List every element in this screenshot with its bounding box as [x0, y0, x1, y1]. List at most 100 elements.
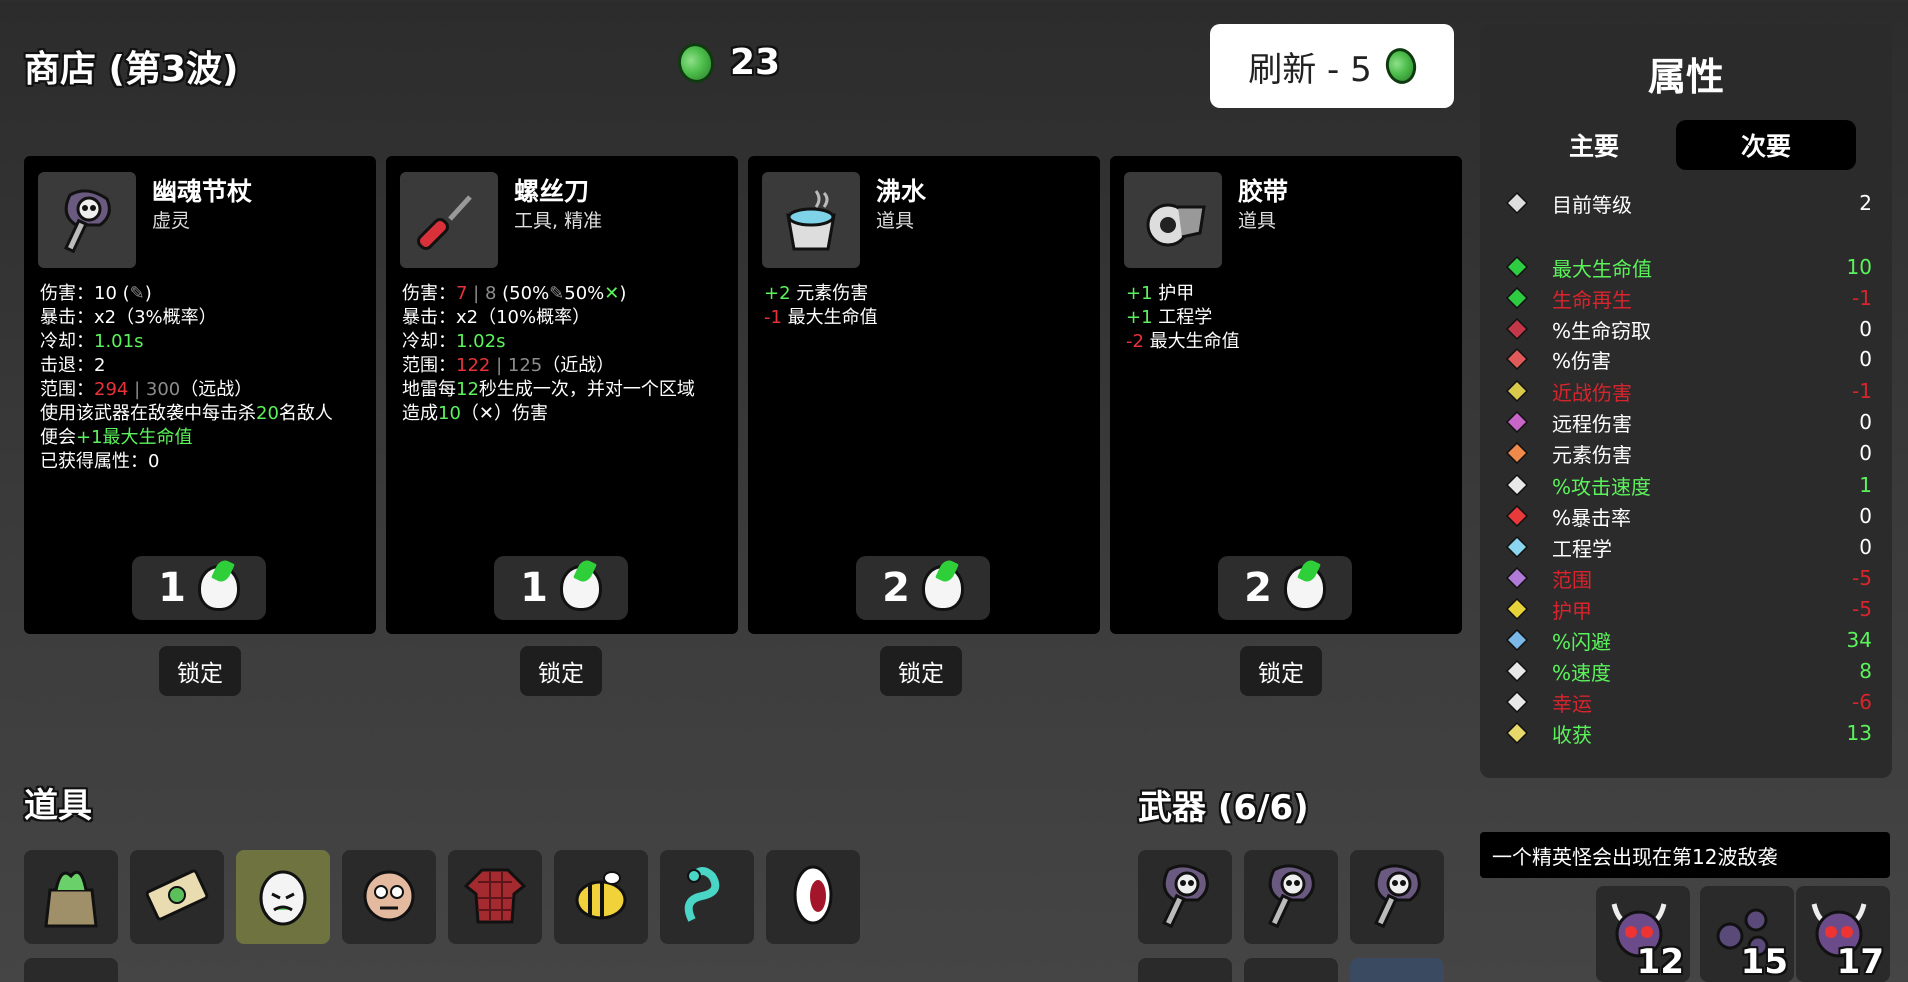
shop-card[interactable]: 沸水 道具 +2 元素伤害 -1 最大生命值 2 [748, 156, 1100, 634]
item-slot[interactable] [554, 850, 648, 944]
weapon-slot[interactable] [1350, 850, 1444, 944]
description-segment: 1.01s [94, 331, 144, 352]
description-line: +2 元素伤害 [764, 282, 1088, 306]
item-slot[interactable] [24, 850, 118, 944]
item-slot[interactable] [236, 850, 330, 944]
weapon-slot[interactable] [1138, 958, 1232, 982]
stat-row[interactable]: 工程学 0 [1504, 532, 1872, 562]
lock-button[interactable]: 锁定 [880, 646, 962, 696]
engineering-icon [1504, 534, 1530, 560]
card-name: 胶带 [1238, 177, 1289, 206]
crit-icon [1504, 503, 1530, 529]
stats-panel: 属性 主要 次要 目前等级 2 最大生命值 10 生命再生 -1 %生命窃取 0… [1480, 24, 1892, 778]
stat-value: 0 [1859, 347, 1872, 371]
reroll-button[interactable]: 刷新 - 5 [1210, 24, 1454, 108]
card-type: 道具 [1238, 210, 1277, 232]
hourglass-icon [1504, 472, 1530, 498]
stat-row[interactable]: 最大生命值 10 [1504, 252, 1872, 282]
stat-row[interactable]: %攻击速度 1 [1504, 470, 1872, 500]
item-slot[interactable] [448, 850, 542, 944]
description-line: -2 最大生命值 [1126, 330, 1450, 354]
stat-row[interactable]: 远程伤害 0 [1504, 407, 1872, 437]
stat-value: -1 [1852, 379, 1872, 403]
description-segment: ✎ [549, 283, 565, 304]
stat-row[interactable]: %伤害 0 [1504, 344, 1872, 374]
stat-row[interactable]: 元素伤害 0 [1504, 438, 1872, 468]
description-segment: 7 [456, 283, 468, 304]
lock-button[interactable]: 锁定 [159, 646, 241, 696]
elite-enemy-preview[interactable]: 15 [1700, 886, 1794, 982]
stat-row[interactable]: 护甲 -5 [1504, 594, 1872, 624]
speed-icon [1504, 658, 1530, 684]
stat-row[interactable]: %暴击率 0 [1504, 501, 1872, 531]
mouth-icon [778, 860, 848, 934]
buy-button[interactable]: 2 [856, 556, 990, 620]
lock-button[interactable]: 锁定 [520, 646, 602, 696]
card-type: 虚灵 [152, 210, 191, 232]
card-name: 沸水 [876, 177, 927, 206]
card-description: +1 护甲 +1 工程学 -2 最大生命值 [1126, 282, 1450, 354]
item-slot[interactable] [342, 850, 436, 944]
stat-label: 范围 [1552, 567, 1592, 592]
description-segment: 最大生命值 [781, 307, 878, 328]
stat-value: 13 [1846, 721, 1872, 745]
item-slot[interactable] [660, 850, 754, 944]
elite-enemy-preview[interactable]: 17 [1796, 886, 1890, 982]
buy-button[interactable]: 1 [494, 556, 628, 620]
card-description: 伤害：10 (✎) 暴击：x2（3%概率） 冷却：1.01s 击退：2 范围：294 |… [40, 282, 364, 474]
stat-label: 工程学 [1552, 536, 1612, 561]
face-icon [354, 860, 424, 934]
range-icon [1504, 565, 1530, 591]
description-line: 范围：122 | 125（近战） [402, 354, 726, 378]
stat-value: 1 [1859, 473, 1872, 497]
weapon-slot[interactable] [1350, 958, 1444, 982]
stat-row[interactable]: %闪避 34 [1504, 625, 1872, 655]
lock-button[interactable]: 锁定 [1240, 646, 1322, 696]
item-slot-next-row[interactable] [24, 958, 118, 982]
ranged-icon [1504, 409, 1530, 435]
reroll-label: 刷新 - 5 [1248, 49, 1372, 90]
stat-row[interactable]: 范围 -5 [1504, 563, 1872, 593]
stat-row[interactable]: 目前等级 2 [1504, 188, 1872, 218]
buy-button[interactable]: 2 [1218, 556, 1352, 620]
coin-counter: 23 [674, 39, 780, 86]
weapon-slot[interactable] [1244, 850, 1338, 944]
cash-icon [142, 860, 212, 934]
elite-enemy-preview[interactable]: 12 [1596, 886, 1690, 982]
description-line: 已获得属性：0 [40, 450, 364, 474]
shop-card[interactable]: 幽魂节杖 虚灵 伤害：10 (✎) 暴击：x2（3%概率） 冷却：1.01s 击退：2… [24, 156, 376, 634]
card-name: 螺丝刀 [514, 177, 590, 206]
stat-row[interactable]: 生命再生 -1 [1504, 283, 1872, 313]
stat-row[interactable]: 幸运 -6 [1504, 687, 1872, 717]
stat-row[interactable]: %生命窃取 0 [1504, 314, 1872, 344]
tab-secondary[interactable]: 次要 [1676, 120, 1856, 170]
item-slot[interactable] [130, 850, 224, 944]
tab-primary[interactable]: 主要 [1504, 120, 1684, 170]
description-segment: 1.02s [456, 331, 506, 352]
weapon-slot[interactable] [1138, 850, 1232, 944]
enemy-count: 12 [1636, 942, 1684, 982]
description-segment: +1最大生命值 [76, 427, 193, 448]
screwdriver-icon [400, 172, 498, 268]
description-segment: ) [619, 283, 627, 304]
description-segment: 10 [438, 403, 461, 424]
stat-row[interactable]: 收获 13 [1504, 718, 1872, 748]
shop-title: 商店 (第3波) [24, 49, 239, 90]
stat-row[interactable]: 近战伤害 -1 [1504, 376, 1872, 406]
enemy-count: 17 [1836, 942, 1884, 982]
weapon-slot[interactable] [1244, 958, 1338, 982]
stat-label: 近战伤害 [1552, 380, 1632, 405]
material-bag-icon [1283, 565, 1326, 611]
item-slot[interactable] [766, 850, 860, 944]
stat-row[interactable]: %速度 8 [1504, 656, 1872, 686]
luck-icon [1504, 689, 1530, 715]
description-segment: 使用该武器在敌袭中每击杀 [40, 403, 256, 424]
description-line: 便会+1最大生命值 [40, 426, 364, 450]
shop-card[interactable]: 螺丝刀 工具, 精准 伤害：7 | 8 (50%✎50%✕) 暴击：x2（10%概… [386, 156, 738, 634]
shop-card[interactable]: 胶带 道具 +1 护甲 +1 工程学 -2 最大生命值 2 [1110, 156, 1462, 634]
description-segment: ✎ [129, 283, 145, 304]
description-segment: 护甲 [1152, 283, 1195, 304]
buy-button[interactable]: 1 [132, 556, 266, 620]
description-segment: +2 [764, 283, 791, 304]
description-segment: 12 [456, 379, 479, 400]
